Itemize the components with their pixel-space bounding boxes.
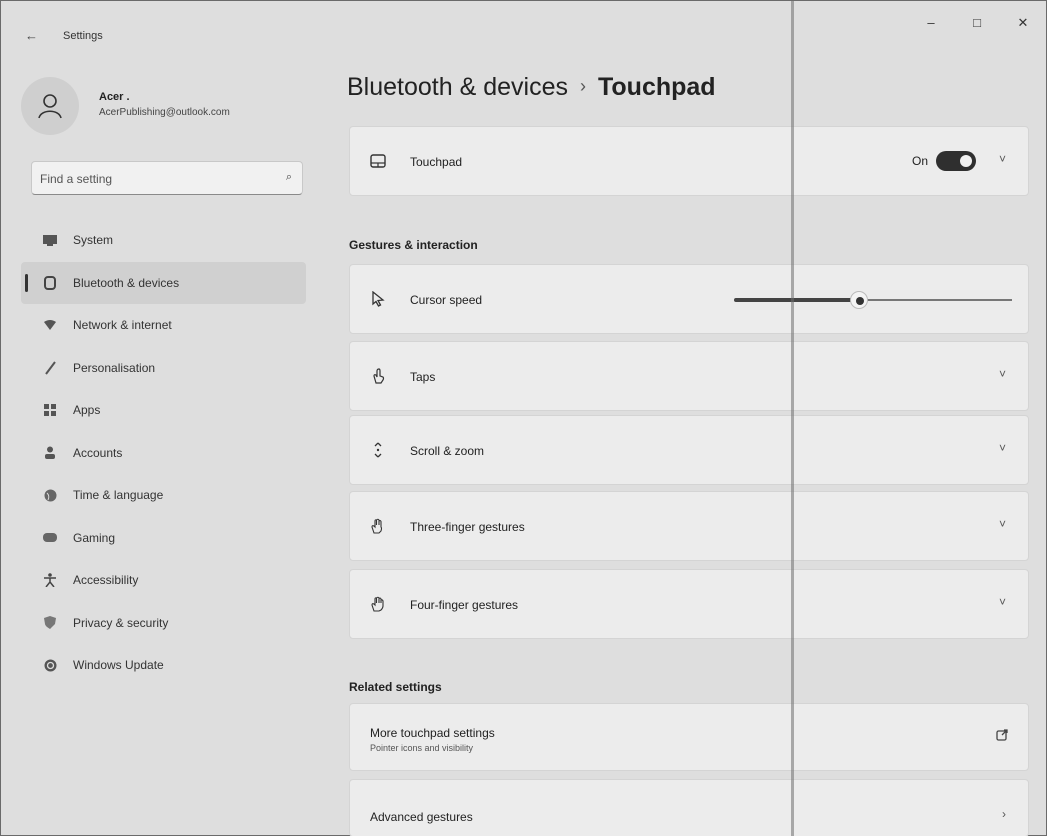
touchpad-icon (368, 151, 388, 171)
scroll-zoom-label: Scroll & zoom (410, 444, 485, 458)
sidebar-item-label: Privacy & security (73, 615, 169, 630)
slider-thumb[interactable] (850, 291, 868, 309)
window-controls: – □ ✕ (908, 9, 1046, 37)
sidebar-nav: System Bluetooth & devices Network & int… (21, 219, 306, 687)
sidebar-item-label: System (73, 233, 114, 248)
three-finger-label: Three-finger gestures (410, 520, 525, 534)
tap-icon (368, 366, 388, 386)
brush-icon (41, 359, 59, 377)
system-icon (41, 231, 59, 249)
back-button[interactable]: ← (25, 27, 43, 45)
sidebar-item-label: Time & language (73, 488, 164, 503)
breadcrumb-separator: › (579, 76, 586, 96)
toggle-state-text: On (911, 154, 928, 168)
sidebar-item-apps[interactable]: Apps (21, 389, 306, 432)
update-icon (41, 656, 59, 674)
profile-email: AcerPublishing@outlook.com (99, 107, 230, 118)
three-finger-icon (368, 516, 388, 536)
maximize-button[interactable]: □ (954, 9, 1000, 37)
chevron-down-icon[interactable]: ˅ (999, 441, 1006, 455)
slider-track (859, 299, 1012, 301)
touchpad-label: Touchpad (410, 155, 463, 169)
chevron-down-icon[interactable]: ˅ (999, 517, 1006, 531)
apps-icon (41, 401, 59, 419)
scroll-zoom-card[interactable]: Scroll & zoom ˅ (349, 415, 1029, 485)
gamepad-icon (41, 529, 59, 547)
sidebar-item-windows-update[interactable]: Windows Update (21, 644, 306, 687)
globe-icon (41, 486, 59, 504)
scan-artifact-line (791, 1, 794, 836)
accessibility-icon (41, 571, 59, 589)
breadcrumb: Bluetooth & devices › Touchpad (347, 73, 716, 102)
four-finger-label: Four-finger gestures (410, 598, 519, 612)
page-title: Touchpad (597, 73, 716, 101)
three-finger-card[interactable]: Three-finger gestures ˅ (349, 491, 1029, 561)
search-input[interactable] (40, 169, 270, 189)
sidebar-item-privacy-security[interactable]: Privacy & security (21, 602, 306, 645)
more-touchpad-title: More touchpad settings (370, 726, 495, 740)
app-title: Settings (63, 30, 103, 42)
settings-window: ← Settings – □ ✕ Acer . AcerPublishing@o… (0, 0, 1047, 836)
breadcrumb-parent[interactable]: Bluetooth & devices (347, 73, 568, 101)
avatar[interactable] (21, 77, 79, 135)
sidebar-item-label: Bluetooth & devices (73, 275, 180, 290)
sidebar-item-label: Apps (73, 403, 101, 418)
chevron-down-icon[interactable]: ˅ (999, 367, 1006, 381)
sidebar-item-label: Windows Update (73, 658, 164, 673)
sidebar-item-label: Personalisation (73, 360, 156, 375)
more-touchpad-subtitle: Pointer icons and visibility (370, 743, 474, 753)
touchpad-toggle[interactable] (936, 151, 976, 171)
bluetooth-icon (41, 274, 59, 292)
touchpad-toggle-group[interactable]: On (912, 151, 976, 171)
title-bar: ← Settings – □ ✕ (1, 1, 1046, 67)
chevron-down-icon[interactable]: ˅ (999, 152, 1006, 166)
person-icon (38, 94, 62, 119)
user-profile[interactable]: Acer . AcerPublishing@outlook.com (21, 77, 311, 135)
taps-label: Taps (410, 370, 436, 384)
sidebar-item-time-language[interactable]: Time & language (21, 474, 306, 517)
open-external-icon (996, 729, 1008, 744)
selection-indicator (25, 273, 28, 292)
sidebar-item-accounts[interactable]: Accounts (21, 432, 306, 475)
cursor-speed-slider[interactable] (734, 291, 1012, 309)
cursor-speed-card: Cursor speed (349, 264, 1029, 334)
sidebar-item-network[interactable]: Network & internet (21, 304, 306, 347)
related-settings-heading: Related settings (349, 680, 442, 694)
shield-icon (41, 614, 59, 632)
scroll-icon (368, 440, 388, 460)
more-touchpad-settings-link[interactable]: More touchpad settings Pointer icons and… (349, 703, 1029, 771)
search-box[interactable]: ⌕ (31, 161, 303, 195)
cursor-icon (368, 289, 388, 309)
chevron-right-icon[interactable]: › (1002, 807, 1006, 821)
sidebar-item-accessibility[interactable]: Accessibility (21, 559, 306, 602)
search-icon[interactable]: ⌕ (286, 171, 292, 184)
sidebar-item-gaming[interactable]: Gaming (21, 517, 306, 560)
touchpad-card[interactable]: Touchpad On ˅ (349, 126, 1029, 196)
taps-card[interactable]: Taps ˅ (349, 341, 1029, 411)
accounts-icon (41, 444, 59, 462)
sidebar-item-label: Accessibility (73, 573, 139, 588)
chevron-down-icon[interactable]: ˅ (999, 595, 1006, 609)
advanced-gestures-link[interactable]: Advanced gestures › (349, 779, 1029, 836)
sidebar-item-label: Network & internet (73, 318, 172, 333)
sidebar-item-system[interactable]: System (21, 219, 306, 262)
close-button[interactable]: ✕ (1000, 9, 1046, 37)
minimize-button[interactable]: – (908, 9, 954, 37)
sidebar-item-bluetooth-devices[interactable]: Bluetooth & devices (21, 261, 306, 304)
slider-fill (734, 298, 859, 302)
advanced-gestures-title: Advanced gestures (370, 810, 473, 824)
sidebar-item-personalisation[interactable]: Personalisation (21, 347, 306, 390)
gestures-section-heading: Gestures & interaction (349, 238, 478, 252)
sidebar-item-label: Accounts (73, 445, 123, 460)
four-finger-icon (368, 594, 388, 614)
four-finger-card[interactable]: Four-finger gestures ˅ (349, 569, 1029, 639)
sidebar-item-label: Gaming (73, 530, 116, 545)
profile-name: Acer . (99, 91, 130, 103)
network-icon (41, 316, 59, 334)
cursor-speed-label: Cursor speed (410, 293, 483, 307)
